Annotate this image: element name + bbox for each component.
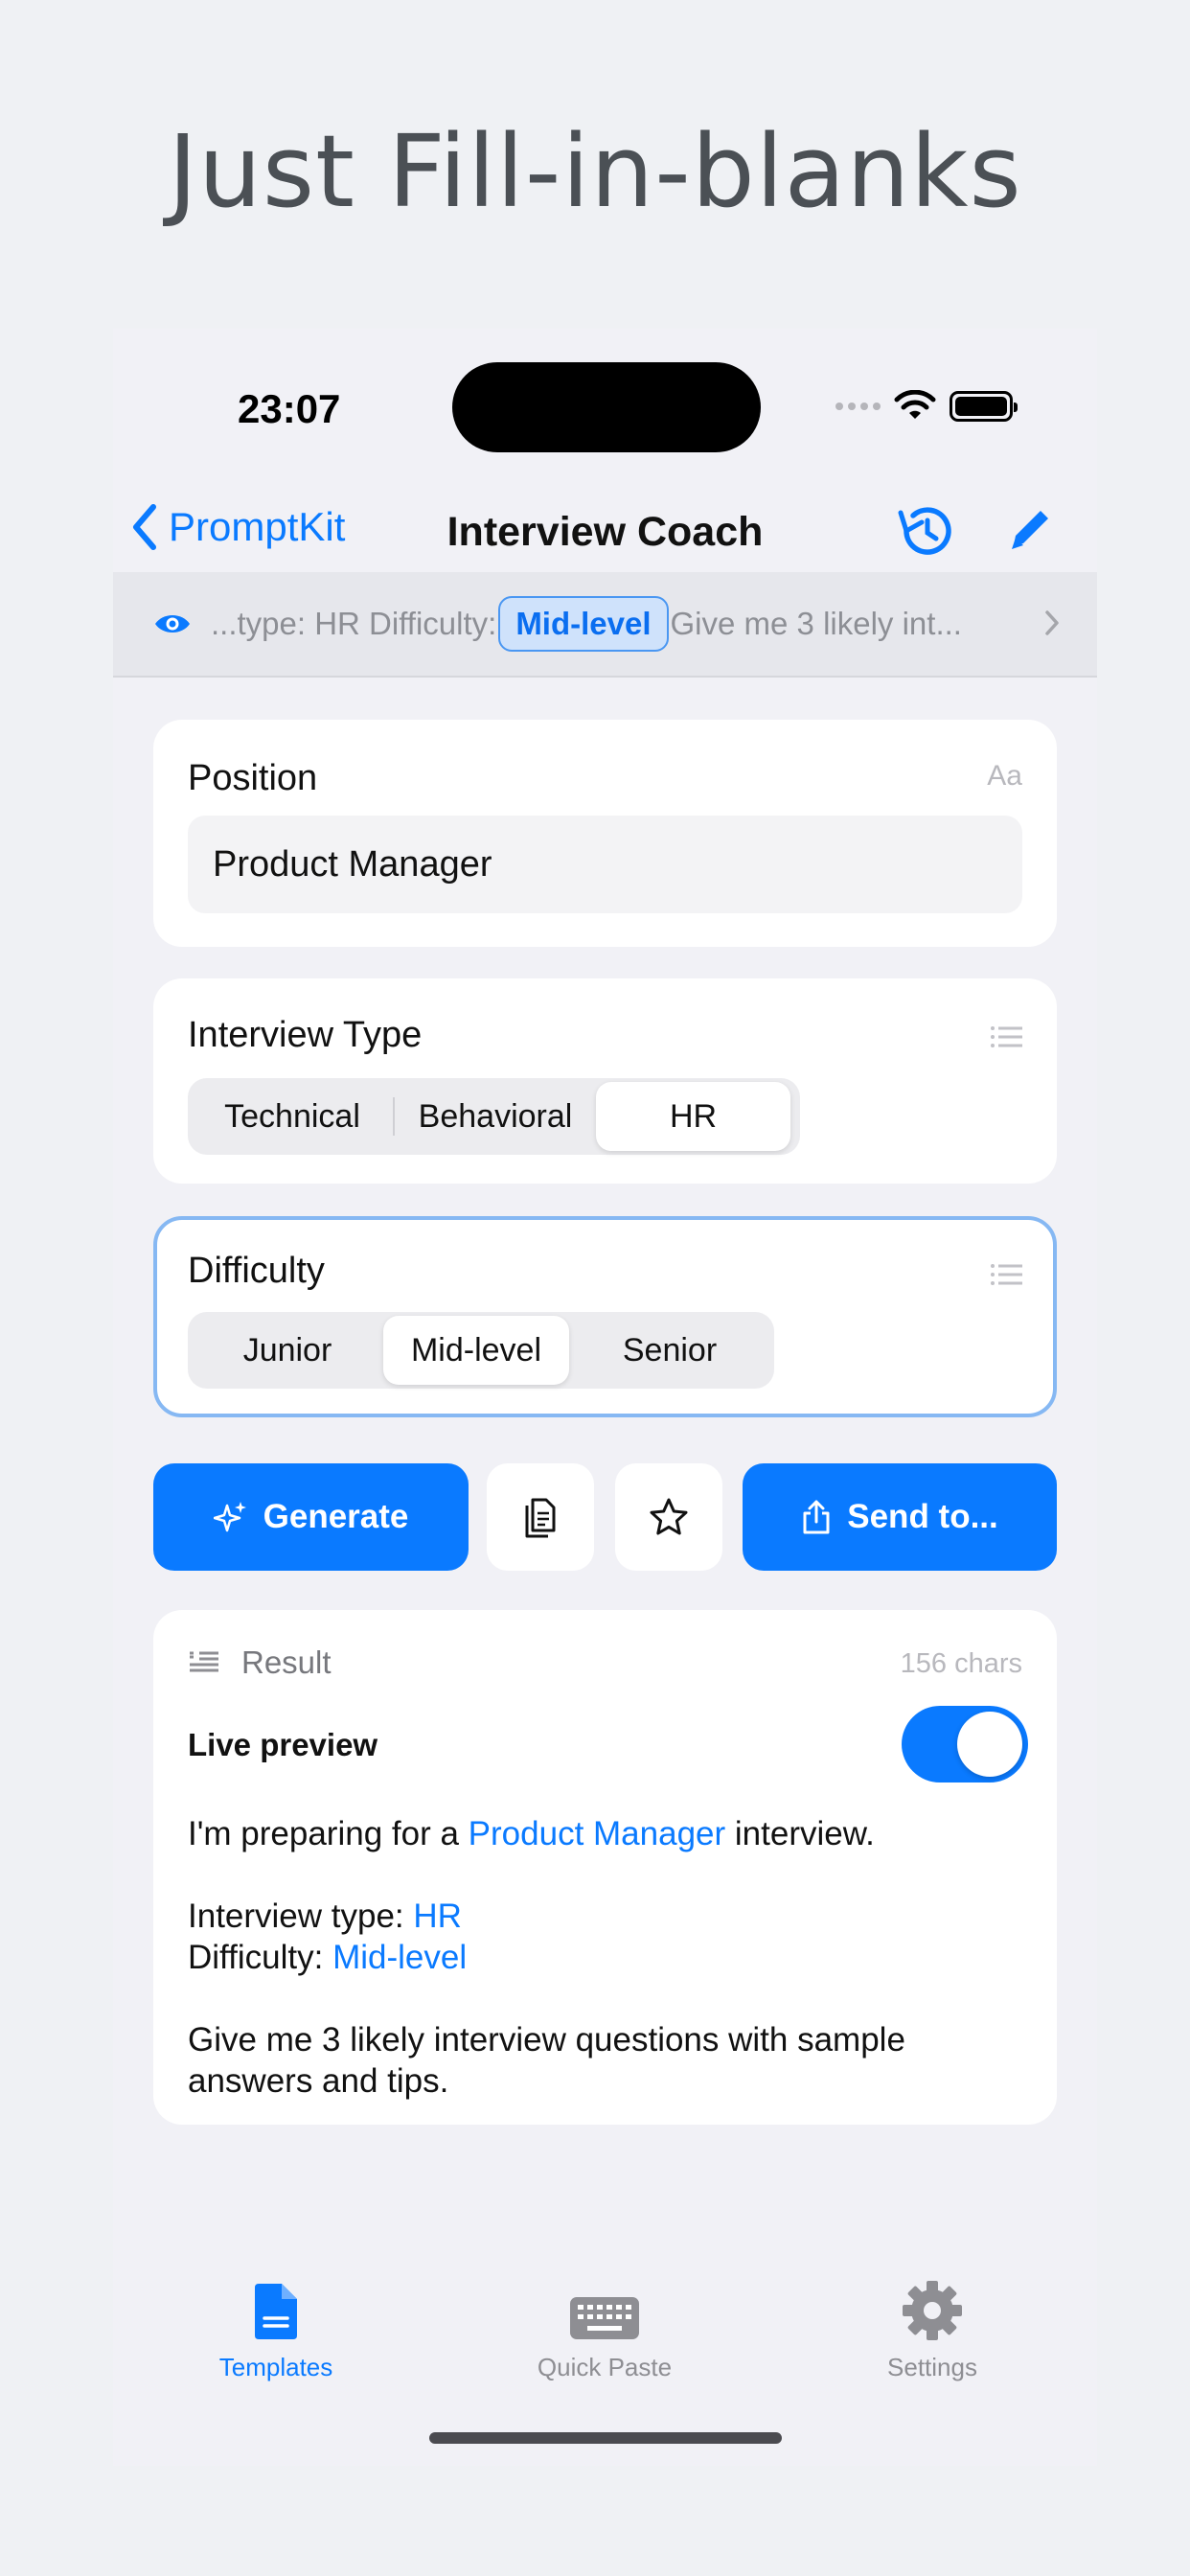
send-to-label: Send to... — [847, 1498, 998, 1535]
interview-type-label: Interview Type — [188, 1015, 423, 1055]
difficulty-segmented-control: Junior Mid-level Senior — [188, 1312, 774, 1389]
prompt-preview-strip[interactable]: ...type: HR Difficulty: Mid-level Give m… — [113, 572, 1097, 678]
edit-pencil-icon[interactable] — [1006, 503, 1054, 555]
share-icon — [803, 1500, 830, 1534]
history-icon[interactable] — [895, 503, 954, 559]
chevron-right-icon — [1045, 610, 1059, 635]
battery-icon — [950, 391, 1018, 422]
tab-templates[interactable]: Templates — [180, 2274, 372, 2382]
segment-senior[interactable]: Senior — [569, 1316, 770, 1385]
status-time: 23:07 — [238, 386, 341, 431]
live-preview-label: Live preview — [188, 1727, 378, 1762]
text-quote-icon — [190, 1651, 218, 1672]
character-count: 156 chars — [900, 1648, 1022, 1679]
difficulty-card: Difficulty Junior Mid-level Senior — [153, 1216, 1057, 1417]
position-field-card: Position Aa Product Manager — [153, 720, 1057, 947]
star-icon — [650, 1498, 688, 1535]
generate-label: Generate — [263, 1498, 409, 1535]
send-to-button[interactable]: Send to... — [743, 1463, 1057, 1571]
eye-icon — [155, 615, 190, 632]
copy-document-icon — [525, 1498, 556, 1538]
preview-highlight: Mid-level — [498, 596, 669, 652]
result-line-4: Give me 3 likely interview questions wit… — [188, 2021, 905, 2100]
tab-settings[interactable]: Settings — [836, 2274, 1028, 2382]
wifi-icon — [894, 390, 936, 419]
result-card: Result 156 chars Live preview I'm prepar… — [153, 1610, 1057, 2125]
segment-mid-level[interactable]: Mid-level — [383, 1316, 569, 1385]
marketing-headline: Just Fill-in-blanks — [168, 113, 1022, 230]
segment-technical[interactable]: Technical — [192, 1082, 393, 1151]
dynamic-island — [452, 362, 761, 452]
position-input[interactable]: Product Manager — [188, 816, 1022, 913]
result-line-2: Interview type: HR — [188, 1898, 462, 1935]
interview-type-card: Interview Type Technical Behavioral HR — [153, 978, 1057, 1184]
copy-button[interactable] — [487, 1463, 594, 1571]
result-line-1: I'm preparing for a Product Manager inte… — [188, 1815, 875, 1852]
result-line-3: Difficulty: Mid-level — [188, 1939, 468, 1976]
text-type-badge: Aa — [987, 760, 1022, 792]
cellular-signal-icon — [835, 402, 881, 410]
list-icon — [991, 1026, 1022, 1047]
tab-templates-label: Templates — [218, 2353, 333, 2381]
navigation-bar: PromptKit Interview Coach — [113, 482, 1097, 578]
segment-hr[interactable]: HR — [596, 1082, 790, 1151]
segment-junior[interactable]: Junior — [192, 1316, 383, 1385]
sparkles-icon — [213, 1502, 246, 1532]
gear-icon — [903, 2281, 962, 2340]
phone-screen: 23:07 PromptKit Interview Coach ...type:… — [113, 329, 1097, 2466]
preview-text-after: Give me 3 likely int... — [670, 606, 962, 641]
segment-behavioral[interactable]: Behavioral — [395, 1082, 596, 1151]
position-label: Position — [188, 758, 318, 798]
live-preview-toggle[interactable] — [902, 1706, 1028, 1782]
home-indicator — [429, 2432, 782, 2444]
favorite-button[interactable] — [615, 1463, 722, 1571]
document-icon — [255, 2284, 297, 2339]
tab-quick-paste-label: Quick Paste — [537, 2353, 673, 2381]
preview-text-before: ...type: HR Difficulty: — [211, 606, 497, 641]
keyboard-icon — [570, 2297, 639, 2339]
result-label: Result — [241, 1644, 332, 1680]
list-icon — [991, 1264, 1022, 1285]
tab-quick-paste[interactable]: Quick Paste — [509, 2274, 700, 2382]
status-icons — [835, 390, 1018, 423]
result-header: Result — [188, 1644, 332, 1681]
interview-type-segmented-control: Technical Behavioral HR — [188, 1078, 800, 1155]
difficulty-label: Difficulty — [188, 1251, 325, 1291]
tab-settings-label: Settings — [887, 2353, 977, 2381]
generate-button[interactable]: Generate — [153, 1463, 469, 1571]
